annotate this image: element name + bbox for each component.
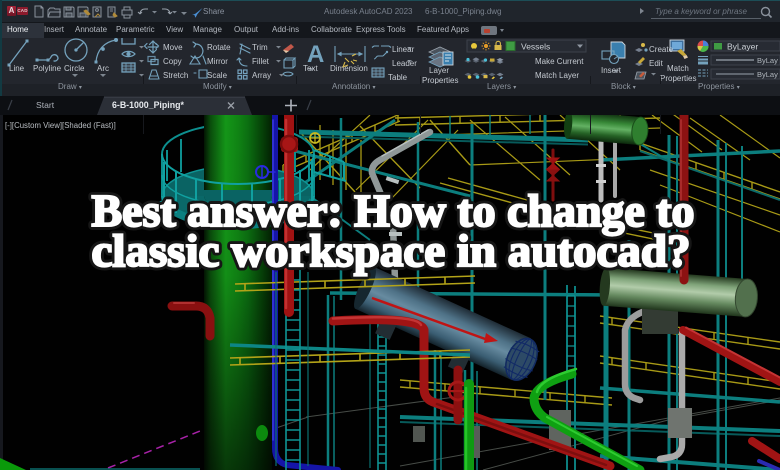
svg-text:ByLay: ByLay [757, 56, 778, 65]
svg-text:ByLay: ByLay [757, 70, 778, 79]
svg-text:ByLayer: ByLayer [727, 42, 758, 52]
svg-text:classic workspace in autocad?: classic workspace in autocad? [92, 225, 691, 276]
svg-text:Vessels: Vessels [521, 42, 550, 52]
svg-text:[-][Custom View][Shaded (Fast): [-][Custom View][Shaded (Fast)] [5, 121, 116, 130]
